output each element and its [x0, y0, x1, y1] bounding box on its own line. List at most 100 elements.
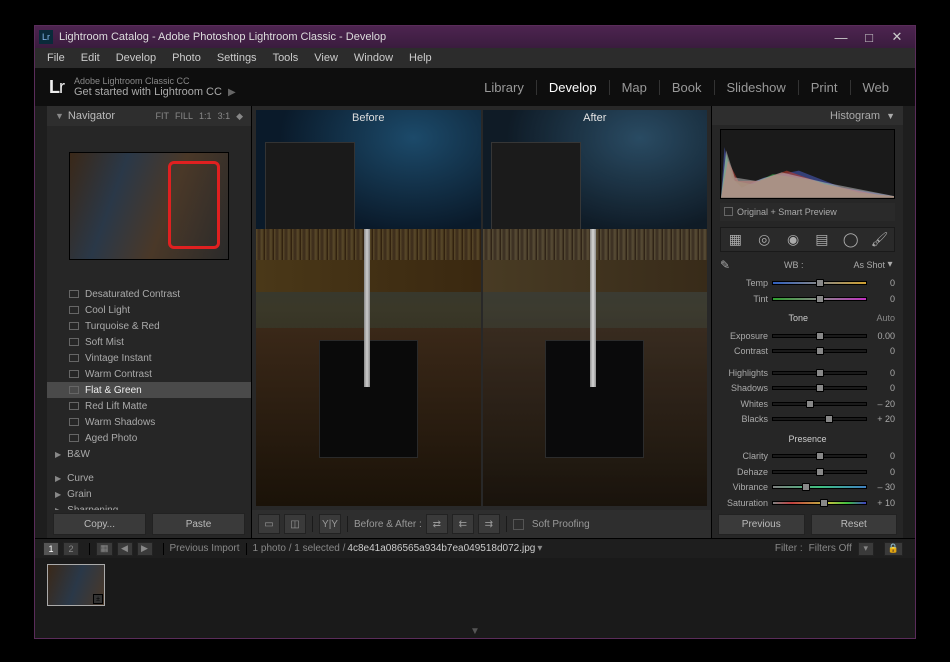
preset-item[interactable]: Turquoise & Red: [47, 318, 251, 334]
menu-settings[interactable]: Settings: [209, 52, 265, 64]
brush-tool-icon[interactable]: 🖌: [870, 230, 890, 248]
preset-item[interactable]: Aged Photo: [47, 430, 251, 446]
preset-item[interactable]: Vintage Instant: [47, 350, 251, 366]
preset-group-grain[interactable]: ▶Grain: [47, 486, 251, 502]
navigator-thumbnail[interactable]: [47, 126, 251, 286]
right-rail[interactable]: [903, 106, 915, 538]
module-book[interactable]: Book: [659, 80, 714, 95]
clarity-slider[interactable]: Clarity0: [720, 450, 895, 464]
filmstrip-thumb[interactable]: ±: [47, 564, 105, 606]
temp-slider[interactable]: Temp0: [720, 276, 895, 290]
menu-file[interactable]: File: [39, 52, 73, 64]
swap-icon[interactable]: ⇄: [426, 514, 448, 534]
preset-item[interactable]: Warm Shadows: [47, 414, 251, 430]
histogram-header[interactable]: Histogram ▼: [712, 106, 903, 125]
monitor-2-button[interactable]: 2: [63, 542, 79, 556]
copy-button[interactable]: Copy...: [53, 513, 146, 535]
blacks-slider[interactable]: Blacks+ 20: [720, 412, 895, 426]
crop-tool-icon[interactable]: ▦: [725, 230, 745, 248]
tint-slider[interactable]: Tint0: [720, 292, 895, 306]
filter-lock-icon[interactable]: 🔒: [884, 542, 903, 556]
preset-item[interactable]: Warm Contrast: [47, 366, 251, 382]
close-button[interactable]: ✕: [883, 27, 911, 47]
vibrance-slider[interactable]: Vibrance– 30: [720, 481, 895, 495]
saturation-slider[interactable]: Saturation+ 10: [720, 496, 895, 510]
module-print[interactable]: Print: [798, 80, 850, 95]
nav-fwd-icon[interactable]: ▶: [137, 542, 153, 556]
dehaze-slider[interactable]: Dehaze0: [720, 465, 895, 479]
chevron-right-icon[interactable]: ▶: [228, 87, 236, 98]
monitor-1-button[interactable]: 1: [43, 542, 59, 556]
soft-proof-checkbox[interactable]: [513, 519, 524, 530]
menu-develop[interactable]: Develop: [108, 52, 164, 64]
spot-tool-icon[interactable]: ◎: [754, 230, 774, 248]
paste-button[interactable]: Paste: [152, 513, 245, 535]
filter-menu-icon[interactable]: ▾: [858, 542, 874, 556]
before-after-view[interactable]: Before After: [252, 106, 711, 510]
preset-group-bw[interactable]: ▶B&W: [47, 446, 251, 462]
module-switcher: Library Develop Map Book Slideshow Print…: [472, 80, 901, 95]
minimize-button[interactable]: —: [827, 27, 855, 47]
source-label[interactable]: Previous Import: [170, 543, 240, 554]
crop-indicator[interactable]: [168, 161, 220, 249]
chevron-down-icon[interactable]: ▾: [537, 543, 542, 554]
copy-after-icon[interactable]: ⇉: [478, 514, 500, 534]
after-pane[interactable]: After: [483, 110, 708, 506]
menu-window[interactable]: Window: [346, 52, 401, 64]
navigator-header[interactable]: ▼ Navigator FIT FILL 1:1 3:1 ◆: [47, 106, 251, 126]
zoom-3-1[interactable]: 3:1: [218, 111, 231, 122]
zoom-fill[interactable]: FILL: [175, 111, 193, 122]
wb-picker-icon[interactable]: ✎: [720, 258, 734, 272]
collapse-bottom-icon[interactable]: ▼: [470, 626, 480, 637]
module-web[interactable]: Web: [850, 80, 902, 95]
zoom-1-1[interactable]: 1:1: [199, 111, 212, 122]
module-library[interactable]: Library: [472, 80, 536, 95]
zoom-menu-icon[interactable]: ◆: [236, 111, 243, 122]
preset-group-curve[interactable]: ▶Curve: [47, 470, 251, 486]
shadows-slider[interactable]: Shadows0: [720, 381, 895, 395]
menu-photo[interactable]: Photo: [164, 52, 209, 64]
filmstrip[interactable]: ±: [35, 558, 915, 614]
histogram[interactable]: [720, 129, 895, 199]
before-pane[interactable]: Before: [256, 110, 481, 506]
contrast-slider[interactable]: Contrast0: [720, 344, 895, 358]
compare-view-icon[interactable]: ◫: [284, 514, 306, 534]
filter-value[interactable]: Filters Off: [809, 543, 852, 554]
exposure-slider[interactable]: Exposure0.00: [720, 329, 895, 343]
copy-before-icon[interactable]: ⇇: [452, 514, 474, 534]
preset-item[interactable]: Cool Light: [47, 302, 251, 318]
preset-group-sharpening[interactable]: ▶Sharpening: [47, 502, 251, 510]
before-after-lr-icon[interactable]: Y|Y: [319, 514, 341, 534]
whites-slider[interactable]: Whites– 20: [720, 397, 895, 411]
preview-mode[interactable]: Original + Smart Preview: [720, 203, 895, 220]
maximize-button[interactable]: □: [855, 27, 883, 47]
loupe-view-icon[interactable]: ▭: [258, 514, 280, 534]
menu-tools[interactable]: Tools: [265, 52, 307, 64]
wb-value[interactable]: As Shot: [853, 260, 885, 270]
preset-item[interactable]: Soft Mist: [47, 334, 251, 350]
left-rail[interactable]: [35, 106, 47, 538]
module-develop[interactable]: Develop: [536, 80, 609, 95]
reset-button[interactable]: Reset: [811, 514, 898, 535]
preset-item[interactable]: Red Lift Matte: [47, 398, 251, 414]
before-after-label: Before & After :: [354, 519, 422, 530]
preset-item-selected[interactable]: Flat & Green: [47, 382, 251, 398]
auto-button[interactable]: Auto: [876, 313, 895, 323]
highlights-slider[interactable]: Highlights0: [720, 366, 895, 380]
menu-view[interactable]: View: [306, 52, 346, 64]
previous-button[interactable]: Previous: [718, 514, 805, 535]
module-slideshow[interactable]: Slideshow: [714, 80, 798, 95]
menu-edit[interactable]: Edit: [73, 52, 108, 64]
radial-tool-icon[interactable]: ◯: [841, 230, 861, 248]
header-subtitle: Adobe Lightroom Classic CC Get started w…: [74, 76, 236, 98]
nav-back-icon[interactable]: ◀: [117, 542, 133, 556]
grid-icon[interactable]: ▦: [96, 542, 113, 556]
preset-item[interactable]: Desaturated Contrast: [47, 286, 251, 302]
zoom-fit[interactable]: FIT: [156, 111, 170, 122]
wb-menu-icon[interactable]: ▾: [885, 259, 895, 270]
after-label: After: [583, 112, 606, 124]
menu-help[interactable]: Help: [401, 52, 440, 64]
module-map[interactable]: Map: [609, 80, 659, 95]
gradient-tool-icon[interactable]: ▤: [812, 230, 832, 248]
redeye-tool-icon[interactable]: ◉: [783, 230, 803, 248]
